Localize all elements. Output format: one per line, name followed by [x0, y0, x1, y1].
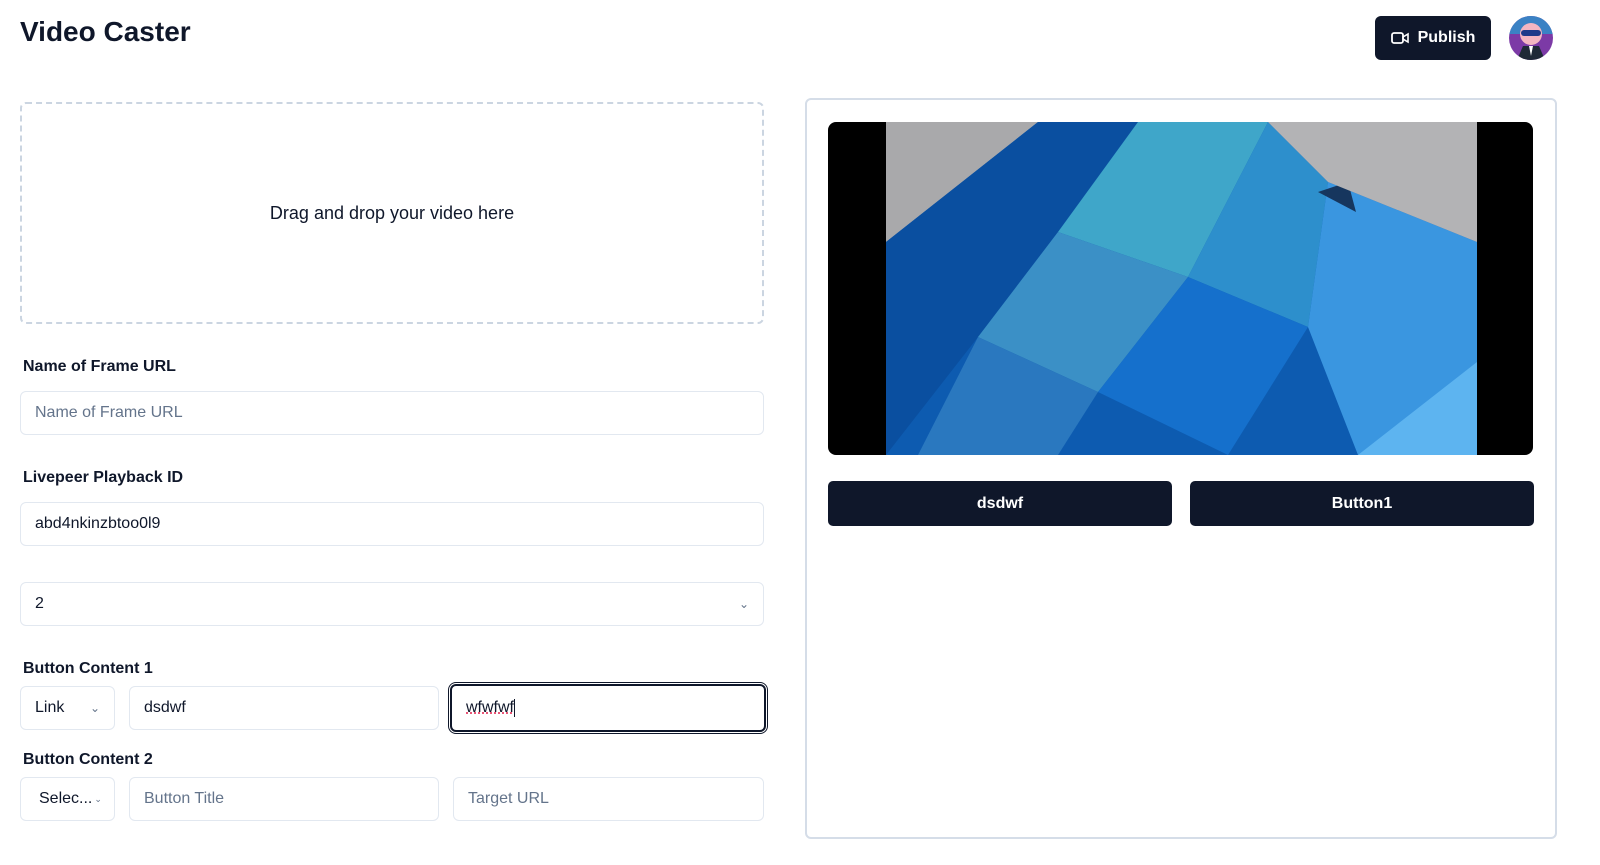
preview-button-1[interactable]: dsdwf [828, 481, 1172, 526]
chevron-down-icon: ⌄ [94, 793, 102, 804]
chevron-down-icon: ⌄ [738, 597, 749, 611]
button1-title-value: dsdwf [144, 699, 186, 716]
button2-type-select[interactable]: Selec... ⌄ [20, 777, 115, 821]
playback-id-value: abd4nkinzbtoo0l9 [35, 515, 161, 532]
button2-label: Button Content 2 [23, 751, 153, 768]
playback-id-input[interactable]: abd4nkinzbtoo0l9 [20, 502, 764, 546]
video-player[interactable] [828, 122, 1533, 455]
frame-url-input[interactable]: Name of Frame URL [20, 391, 764, 435]
video-dropzone[interactable]: Drag and drop your video here [20, 102, 764, 324]
frame-url-label: Name of Frame URL [23, 358, 176, 375]
publish-button[interactable]: Publish [1375, 16, 1491, 60]
button1-type-select[interactable]: Link ⌄ [20, 686, 115, 730]
app-title: Video Caster [20, 16, 191, 47]
frame-url-placeholder: Name of Frame URL [35, 404, 183, 421]
video-camera-icon [1390, 32, 1409, 44]
preview-button-2[interactable]: Button1 [1190, 481, 1534, 526]
button2-title-input[interactable]: Button Title [129, 777, 439, 821]
button1-target-value: wfwfwf [466, 699, 514, 716]
button1-label: Button Content 1 [23, 660, 153, 677]
avatar[interactable] [1509, 16, 1553, 60]
button2-title-placeholder: Button Title [144, 790, 225, 807]
button1-type-value: Link [35, 699, 65, 716]
publish-label: Publish [1417, 29, 1476, 46]
button-count-value: 2 [35, 595, 44, 612]
button2-type-value: Selec... [39, 790, 93, 807]
chevron-down-icon: ⌄ [89, 701, 100, 715]
button-count-select[interactable]: 2 ⌄ [20, 582, 764, 626]
button2-target-input[interactable]: Target URL [453, 777, 764, 821]
button2-target-placeholder: Target URL [468, 790, 549, 807]
button1-title-input[interactable]: dsdwf [129, 686, 439, 730]
playback-id-label: Livepeer Playback ID [23, 469, 184, 486]
button1-target-input[interactable]: wfwfwf [450, 684, 766, 732]
dropzone-text: Drag and drop your video here [269, 202, 515, 223]
